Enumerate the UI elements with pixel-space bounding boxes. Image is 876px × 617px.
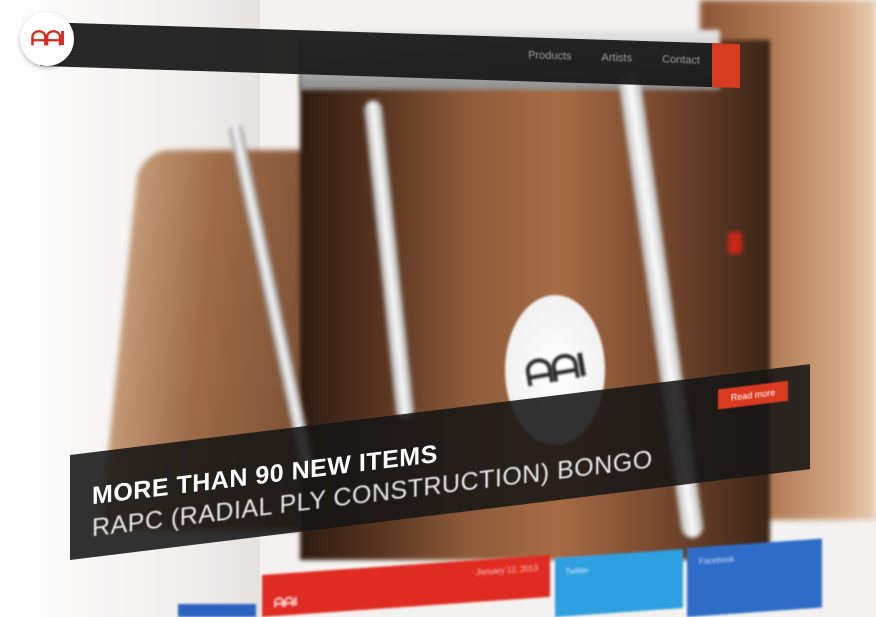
tile-facebook[interactable]: Facebook <box>687 538 822 617</box>
tile-date: January 12, 2013 <box>476 563 538 578</box>
nav-item-products[interactable]: Products <box>528 49 571 62</box>
brand-logo-mark: ᗩᗩI <box>30 27 66 50</box>
tile-label: Twitter <box>565 565 589 577</box>
tile-news[interactable]: ᗩᗩI January 12, 2013 <box>262 554 550 617</box>
nav-menu-button[interactable] <box>712 43 740 88</box>
nav-item-contact[interactable]: Contact <box>662 54 700 67</box>
drum-red-detail <box>728 232 742 254</box>
tile-label: Facebook <box>699 554 735 567</box>
brand-logo[interactable]: ᗩᗩI <box>20 12 74 66</box>
tile-blue[interactable] <box>178 604 256 617</box>
drum-logo-mark: ᗩᗩI <box>522 345 588 394</box>
read-more-button[interactable]: Read more <box>718 380 788 410</box>
nav-links: Products Artists Contact <box>528 49 700 66</box>
hero-stage: ᗩᗩI Products Artists Contact ᗩᗩI Read mo… <box>0 0 876 617</box>
tile-logo: ᗩᗩI <box>274 594 298 611</box>
tile-twitter[interactable]: Twitter <box>555 549 683 617</box>
nav-item-artists[interactable]: Artists <box>602 52 633 65</box>
